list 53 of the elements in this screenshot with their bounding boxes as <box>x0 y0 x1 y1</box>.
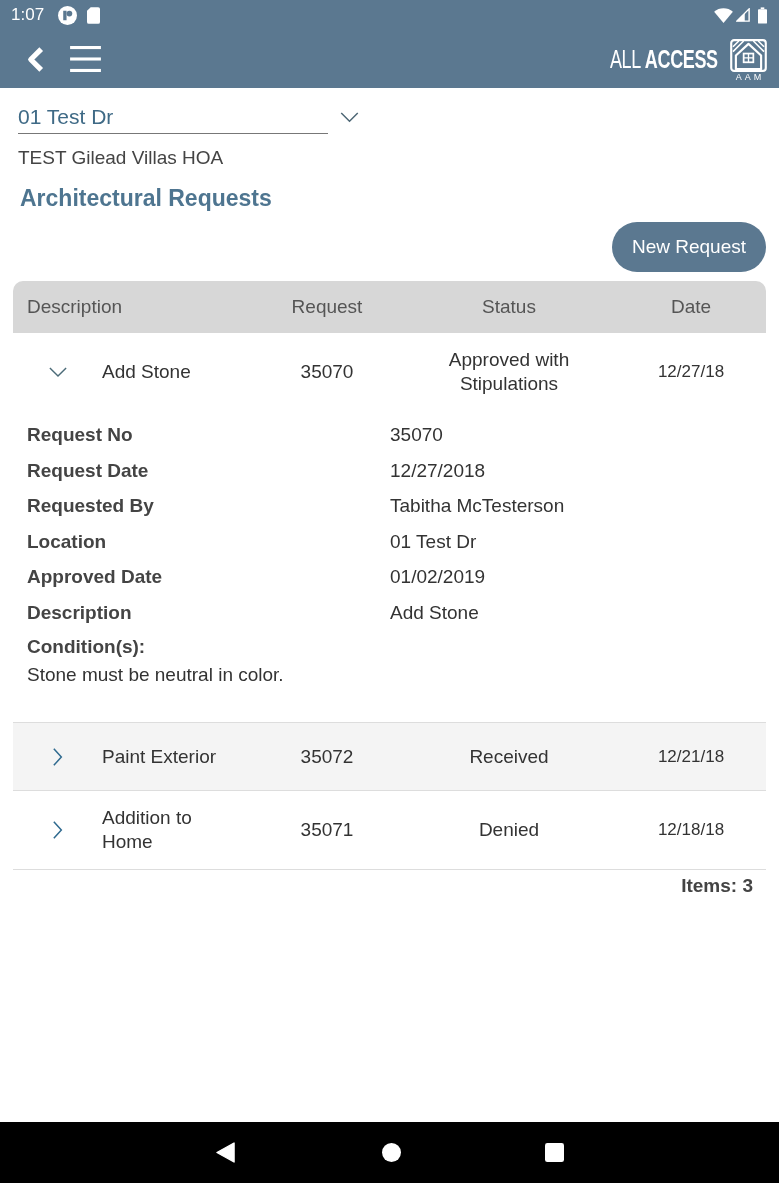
date-cell-text: 12/18/18 <box>657 819 725 841</box>
detail-value: Tabitha McTesterson <box>390 494 566 518</box>
new-request-button[interactable]: New Request <box>611 222 766 272</box>
column-header: Description <box>26 296 124 318</box>
status-cell-text: Approved with Stipulations <box>447 348 571 396</box>
items-count: Items: 3 <box>681 875 753 897</box>
signal-icon <box>736 8 750 22</box>
description-cell-text: Addition to Home <box>102 806 193 854</box>
conditions-text: Stone must be neutral in color. <box>27 664 285 686</box>
table-row[interactable]: Paint Exterior 35072 Received 12/21/18 <box>13 723 766 790</box>
status-cell: Denied <box>478 818 540 842</box>
caret-icon <box>340 112 359 123</box>
detail-label: Request No <box>27 423 134 447</box>
detail-value: 01 Test Dr <box>390 529 478 554</box>
column-header: Status <box>482 296 536 318</box>
description-cell-text: Paint Exterior <box>102 744 218 769</box>
property-select[interactable]: 01 Test Dr <box>18 104 360 134</box>
status-time: 1:07 <box>11 5 45 25</box>
logo-text: ALL ACCESS <box>610 44 718 74</box>
sd-card-icon <box>87 6 101 24</box>
column-header: Request <box>291 296 363 318</box>
detail-label: Approved Date <box>27 565 164 589</box>
detail-label: Request Date <box>27 458 150 483</box>
detail-value: 01/02/2019 <box>390 565 487 589</box>
detail-label: Description <box>27 600 133 625</box>
date-cell-text: 12/21/18 <box>657 745 725 768</box>
app-notification-icon <box>58 5 78 25</box>
request-number-cell: 35071 <box>300 818 354 842</box>
logo-caption: AAM <box>735 71 765 82</box>
date-cell-text: 12/27/18 <box>657 361 725 383</box>
menu-icon[interactable] <box>70 46 101 72</box>
detail-label: Requested By <box>27 494 155 518</box>
battery-icon <box>758 6 767 24</box>
detail-label: Location <box>27 529 108 554</box>
request-number-cell: 35072 <box>300 744 354 769</box>
detail-value: Add Stone <box>390 600 480 625</box>
detail-value: 12/27/2018 <box>390 458 487 483</box>
chevron-down-icon[interactable] <box>48 366 67 378</box>
conditions-label: Condition(s): <box>27 635 147 659</box>
description-cell-text: Add Stone <box>102 360 192 384</box>
association-name: TEST Gilead Villas HOA <box>18 146 225 170</box>
request-number-cell: 35070 <box>300 360 354 384</box>
chevron-right-icon[interactable] <box>52 746 63 767</box>
house-logo-icon <box>730 38 767 72</box>
page-title: Architectural Requests <box>20 184 273 212</box>
detail-value: 35070 <box>390 423 444 447</box>
home-icon[interactable] <box>382 1143 401 1162</box>
back-icon[interactable] <box>26 45 45 73</box>
chevron-right-icon[interactable] <box>52 820 63 840</box>
column-header: Date <box>670 296 712 318</box>
status-cell: Received <box>469 744 549 769</box>
wifi-icon <box>714 7 733 23</box>
nav-back-icon[interactable] <box>216 1142 235 1163</box>
